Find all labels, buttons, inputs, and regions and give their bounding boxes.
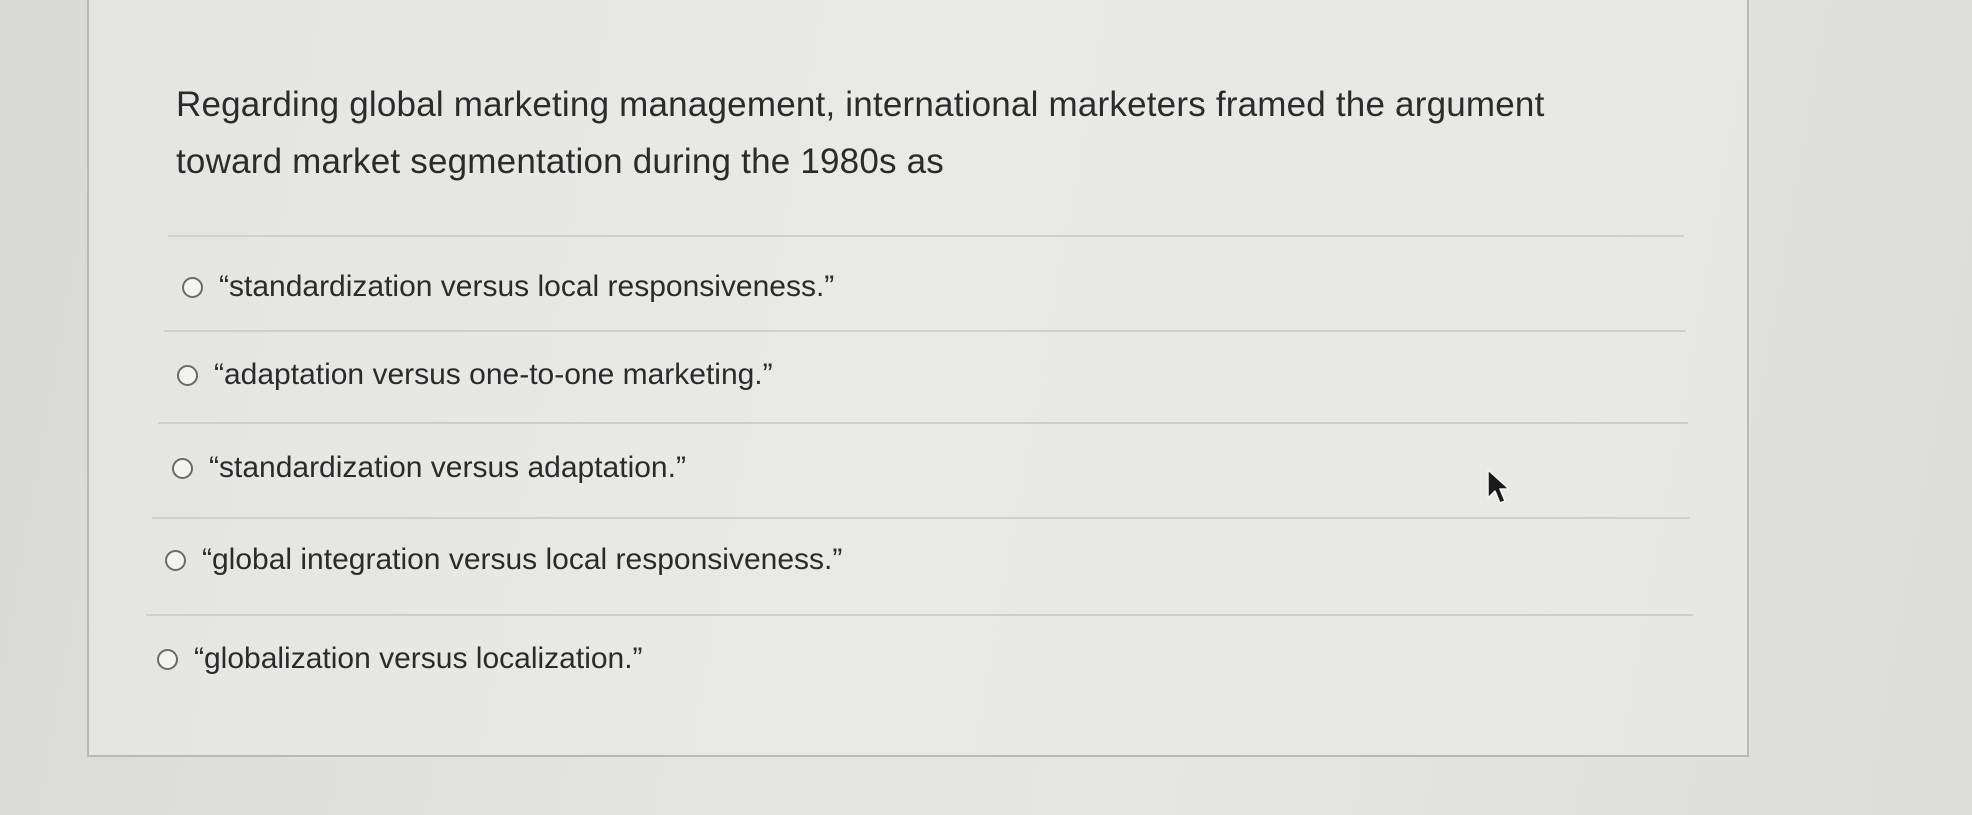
option-label: “globalization versus localization.” bbox=[194, 642, 643, 675]
separator bbox=[168, 235, 1684, 237]
separator bbox=[146, 614, 1693, 616]
radio-button[interactable] bbox=[182, 276, 203, 298]
option-adaptation-one-to-one[interactable]: “adaptation versus one-to-one marketing.… bbox=[177, 358, 773, 392]
option-label: “standardization versus adaptation.” bbox=[209, 451, 686, 484]
mouse-pointer-icon bbox=[1487, 469, 1510, 504]
option-standardization-local-responsiveness[interactable]: “standardization versus local responsive… bbox=[182, 270, 834, 304]
option-globalization-localization[interactable]: “globalization versus localization.” bbox=[157, 642, 643, 676]
question-text: Regarding global marketing management, i… bbox=[176, 85, 1545, 181]
radio-button[interactable] bbox=[177, 364, 198, 386]
option-label: “adaptation versus one-to-one marketing.… bbox=[214, 358, 773, 391]
option-standardization-adaptation[interactable]: “standardization versus adaptation.” bbox=[172, 451, 686, 485]
option-label: “global integration versus local respons… bbox=[202, 543, 843, 576]
radio-button[interactable] bbox=[165, 549, 186, 571]
option-global-integration-local-responsiveness[interactable]: “global integration versus local respons… bbox=[165, 543, 842, 577]
radio-button[interactable] bbox=[157, 648, 178, 670]
option-label: “standardization versus local responsive… bbox=[219, 270, 835, 303]
separator bbox=[152, 517, 1690, 519]
separator bbox=[158, 422, 1688, 424]
separator bbox=[164, 330, 1686, 332]
radio-button[interactable] bbox=[172, 457, 193, 479]
